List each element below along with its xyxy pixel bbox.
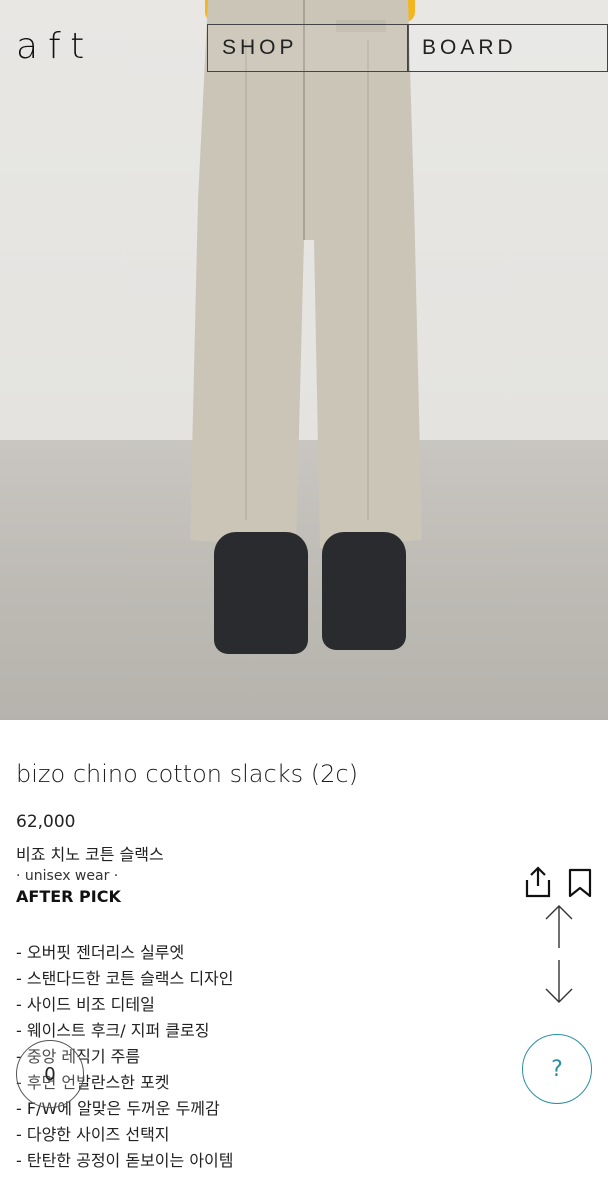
after-pick-label: AFTER PICK: [16, 887, 121, 906]
logo[interactable]: aft: [16, 26, 94, 67]
product-price: 62,000: [16, 812, 76, 832]
help-label: ?: [551, 1056, 563, 1082]
bookmark-icon[interactable]: [568, 868, 592, 898]
left-shoe: [214, 532, 308, 654]
feature-item: - 스탠다드한 코튼 슬랙스 디자인: [16, 969, 234, 988]
share-icon[interactable]: [524, 866, 552, 898]
product-hero-image: [0, 0, 608, 720]
nav-board-button[interactable]: BOARD: [407, 24, 608, 72]
help-icon[interactable]: ?: [522, 1034, 592, 1104]
right-shoe: [322, 532, 406, 650]
nav-shop-button[interactable]: SHOP: [207, 24, 409, 72]
feature-item: - 다양한 사이즈 선택지: [16, 1125, 170, 1144]
product-name-ko: 비죠 치노 코튼 슬랙스: [16, 845, 164, 864]
feature-item: - 사이드 비조 디테일: [16, 995, 155, 1014]
chino-pants-graphic: [190, 0, 422, 548]
cart-count: 0: [44, 1063, 56, 1085]
product-tagline: · unisex wear ·: [16, 868, 119, 884]
feature-item: - 탄탄한 공정이 돋보이는 아이템: [16, 1151, 234, 1170]
cart-icon[interactable]: 0: [16, 1040, 84, 1108]
feature-item: - 오버핏 젠더리스 실루엣: [16, 943, 185, 962]
arrow-up-icon[interactable]: [545, 904, 573, 950]
arrow-down-icon[interactable]: [545, 958, 573, 1004]
product-title: bizo chino cotton slacks (2c): [16, 760, 358, 788]
